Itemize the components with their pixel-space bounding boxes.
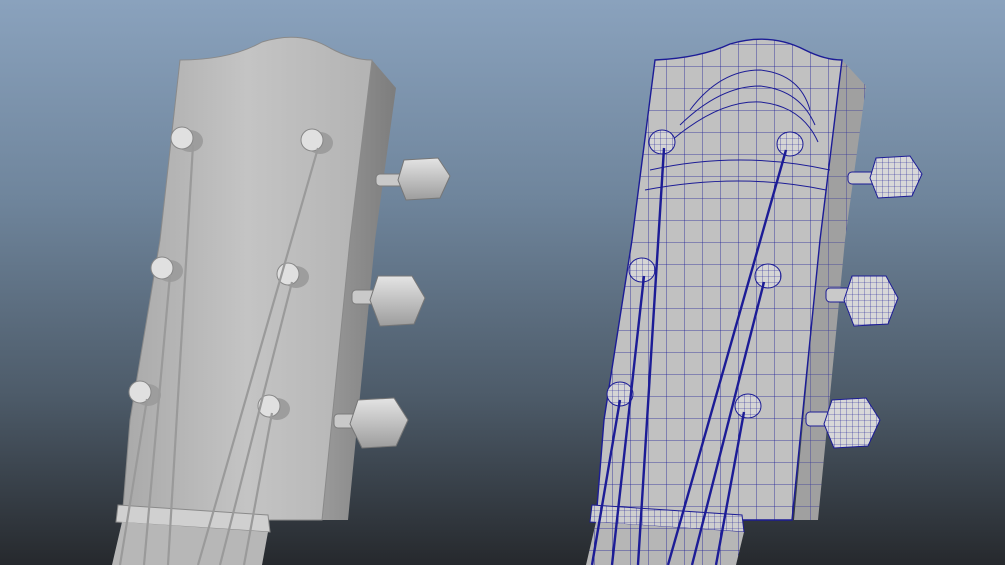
3d-viewport[interactable] — [0, 0, 1005, 565]
string-post-wire-4 — [754, 263, 782, 289]
string-post-wire-2 — [776, 131, 804, 157]
string-post-wire-6 — [734, 393, 762, 419]
side-tuner-1[interactable] — [375, 157, 451, 201]
wireframe-headstock[interactable] — [586, 38, 923, 565]
string-post-wire-1 — [648, 129, 676, 155]
headstock-scene — [112, 36, 923, 565]
string-post-wire-3 — [628, 257, 656, 283]
side-tuner-wire-1[interactable] — [847, 155, 923, 199]
shaded-headstock[interactable] — [112, 36, 451, 565]
